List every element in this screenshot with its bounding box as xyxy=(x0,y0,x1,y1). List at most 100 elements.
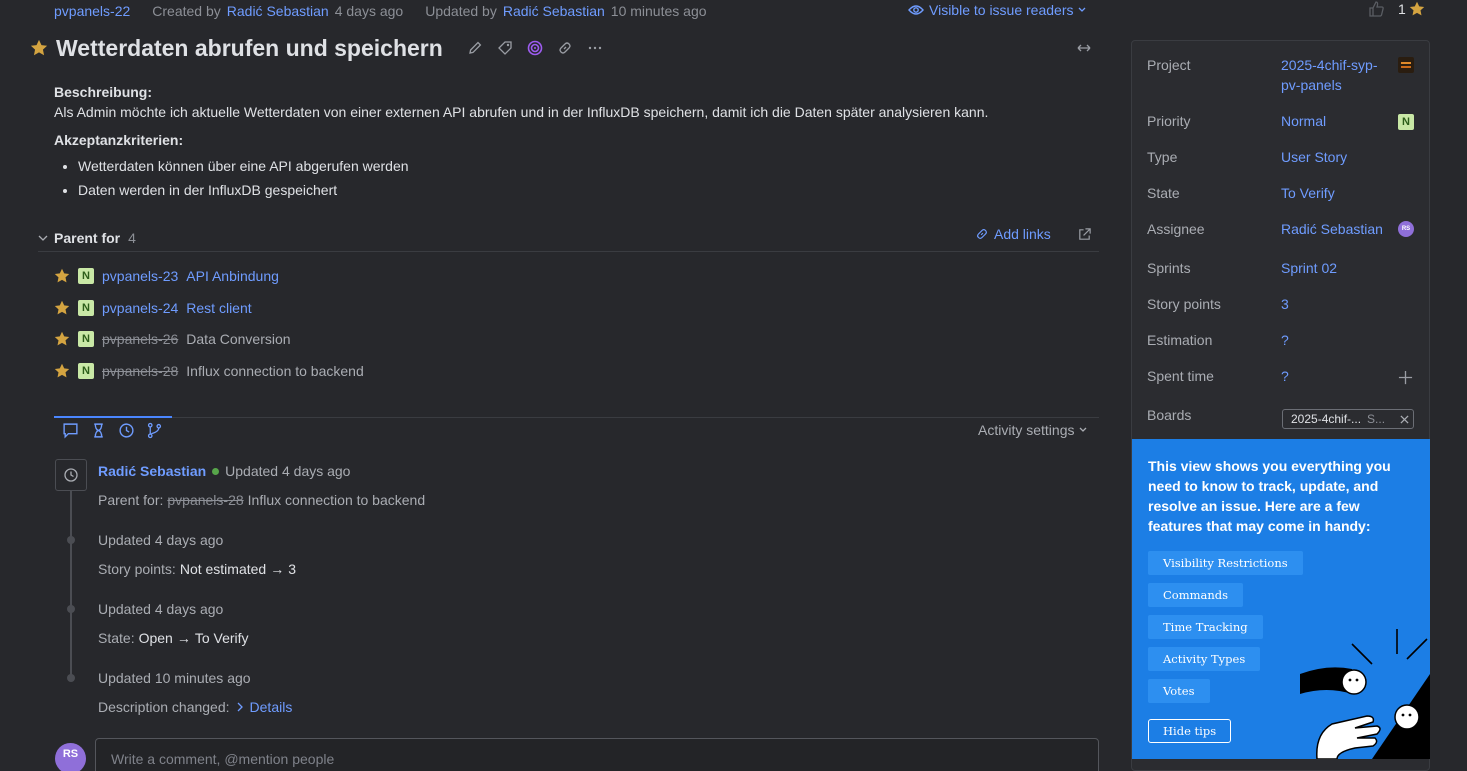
activity-change: State: Open → To Verify xyxy=(98,630,249,646)
thumbs-up-icon[interactable] xyxy=(1368,1,1384,17)
activity-change: Description changed: Details xyxy=(98,699,292,715)
more-icon[interactable] xyxy=(587,40,603,56)
star-icon[interactable] xyxy=(54,331,70,347)
change-from-link[interactable]: pvpanels-28 xyxy=(167,492,243,508)
vote-area: 1 xyxy=(1368,1,1425,17)
hide-tips-button[interactable]: Hide tips xyxy=(1148,719,1232,743)
estimation-value[interactable]: ? xyxy=(1281,330,1289,350)
add-links-button[interactable]: Add links xyxy=(975,226,1051,242)
updated-label: Updated by xyxy=(425,3,497,19)
history-icon[interactable] xyxy=(118,422,135,439)
vote-count: 1 xyxy=(1398,1,1406,17)
open-external-icon[interactable] xyxy=(1077,227,1092,245)
change-to: Influx connection to backend xyxy=(247,492,426,508)
created-ago: 4 days ago xyxy=(334,3,404,19)
subtask-row[interactable]: N pvpanels-23 API Anbindung xyxy=(54,266,279,286)
activity-updated-text: Updated 10 minutes ago xyxy=(98,670,251,686)
tip-commands-button[interactable]: Commands xyxy=(1148,583,1244,607)
issue-description: Beschreibung: Als Admin möchte ich aktue… xyxy=(54,82,1104,204)
subtask-id-link[interactable]: pvpanels-24 xyxy=(102,300,178,316)
add-time-icon[interactable] xyxy=(1398,370,1413,388)
chevron-right-icon[interactable] xyxy=(236,702,244,712)
state-value[interactable]: To Verify xyxy=(1281,183,1335,203)
change-field: Description changed: xyxy=(98,699,230,715)
tip-visibility-restrictions-button[interactable]: Visibility Restrictions xyxy=(1148,551,1303,575)
activity-updated: Updated 4 days ago xyxy=(98,601,223,617)
vcs-branch-icon[interactable] xyxy=(146,422,163,439)
comment-icon[interactable] xyxy=(62,422,79,439)
link-icon xyxy=(977,229,987,239)
created-label: Created by xyxy=(152,3,221,19)
history-icon xyxy=(55,459,87,491)
ai-assistant-icon[interactable] xyxy=(527,40,543,56)
tip-activity-types-button[interactable]: Activity Types xyxy=(1148,647,1261,671)
board-chip[interactable]: 2025-4chif-... S... xyxy=(1282,409,1414,429)
issue-title[interactable]: Wetterdaten abrufen und speichern xyxy=(56,35,443,62)
parent-for-count: 4 xyxy=(128,229,136,246)
activity-updated-text: Updated 4 days ago xyxy=(98,532,224,548)
timeline-dot xyxy=(67,605,75,613)
eye-icon xyxy=(908,5,924,15)
change-to: To Verify xyxy=(194,630,249,646)
subtask-row[interactable]: N pvpanels-26 Data Conversion xyxy=(54,329,291,349)
arrow-icon: → xyxy=(270,561,285,577)
active-tab-indicator xyxy=(54,416,172,418)
tag-icon[interactable] xyxy=(497,40,513,56)
star-icon[interactable] xyxy=(30,39,48,57)
close-icon[interactable] xyxy=(1400,414,1409,424)
activity-header: Radić Sebastian Updated 4 days ago xyxy=(98,463,350,479)
priority-badge: N xyxy=(78,268,94,284)
priority-value[interactable]: Normal xyxy=(1281,111,1326,131)
updated-ago: 10 minutes ago xyxy=(610,3,707,19)
project-value-link[interactable]: 2025-4chif-syp- pv-panels xyxy=(1281,55,1378,95)
subtask-row[interactable]: N pvpanels-28 Influx connection to backe… xyxy=(54,361,364,381)
criteria-list: Wetterdaten können über eine API abgeruf… xyxy=(78,156,1104,200)
story-points-value[interactable]: 3 xyxy=(1281,294,1289,314)
details-link[interactable]: Details xyxy=(250,699,293,715)
subtask-id-link[interactable]: pvpanels-23 xyxy=(102,268,178,284)
chevron-down-icon[interactable] xyxy=(38,234,48,242)
activity-tabs xyxy=(54,416,1099,443)
tip-time-tracking-button[interactable]: Time Tracking xyxy=(1148,615,1263,639)
star-icon[interactable] xyxy=(54,363,70,379)
star-icon[interactable] xyxy=(54,300,70,316)
issue-id-link[interactable]: pvpanels-22 xyxy=(54,3,130,19)
star-icon[interactable] xyxy=(54,268,70,284)
story-points-label: Story points xyxy=(1147,296,1221,312)
subtask-row[interactable]: N pvpanels-24 Rest client xyxy=(54,298,252,318)
subtask-summary[interactable]: Influx connection to backend xyxy=(186,363,363,379)
tips-card: This view shows you everything you need … xyxy=(1132,439,1430,759)
updated-by-link[interactable]: Radić Sebastian xyxy=(503,3,605,19)
type-value[interactable]: User Story xyxy=(1281,147,1347,167)
priority-badge: N xyxy=(78,331,94,347)
project-value-line1: 2025-4chif-syp- xyxy=(1281,57,1378,73)
subtask-id-link[interactable]: pvpanels-26 xyxy=(102,331,178,347)
spent-time-label: Spent time xyxy=(1147,368,1214,384)
avatar: RS xyxy=(55,743,86,771)
subtask-summary[interactable]: Rest client xyxy=(186,300,251,316)
spent-time-value[interactable]: ? xyxy=(1281,366,1289,386)
assignee-value[interactable]: Radić Sebastian xyxy=(1281,219,1383,239)
parent-for-header[interactable]: Parent for 4 xyxy=(38,224,1099,252)
tips-illustration xyxy=(1300,629,1430,759)
link-icon[interactable] xyxy=(557,40,573,56)
subtask-summary[interactable]: Data Conversion xyxy=(186,331,290,347)
visibility-dropdown[interactable]: Visible to issue readers xyxy=(908,2,1086,18)
sprints-value[interactable]: Sprint 02 xyxy=(1281,258,1337,278)
activity-author-link[interactable]: Radić Sebastian xyxy=(98,463,206,479)
tip-votes-button[interactable]: Votes xyxy=(1148,679,1210,703)
chevron-down-icon xyxy=(1079,7,1086,12)
change-from: Open xyxy=(138,630,173,646)
activity-settings-dropdown[interactable]: Activity settings xyxy=(978,422,1087,438)
hourglass-icon[interactable] xyxy=(90,422,107,439)
created-by-link[interactable]: Radić Sebastian xyxy=(227,3,329,19)
comment-input[interactable]: Write a comment, @mention people xyxy=(95,738,1099,771)
edit-icon[interactable] xyxy=(467,40,483,56)
subtask-id-link[interactable]: pvpanels-28 xyxy=(102,363,178,379)
subtask-summary[interactable]: API Anbindung xyxy=(186,268,279,284)
project-label: Project xyxy=(1147,57,1191,73)
list-item: Wetterdaten können über eine API abgeruf… xyxy=(78,156,1104,176)
star-icon[interactable] xyxy=(1409,1,1425,17)
expand-width-icon[interactable] xyxy=(1076,40,1092,59)
board-chip-suffix: S... xyxy=(1367,412,1386,426)
